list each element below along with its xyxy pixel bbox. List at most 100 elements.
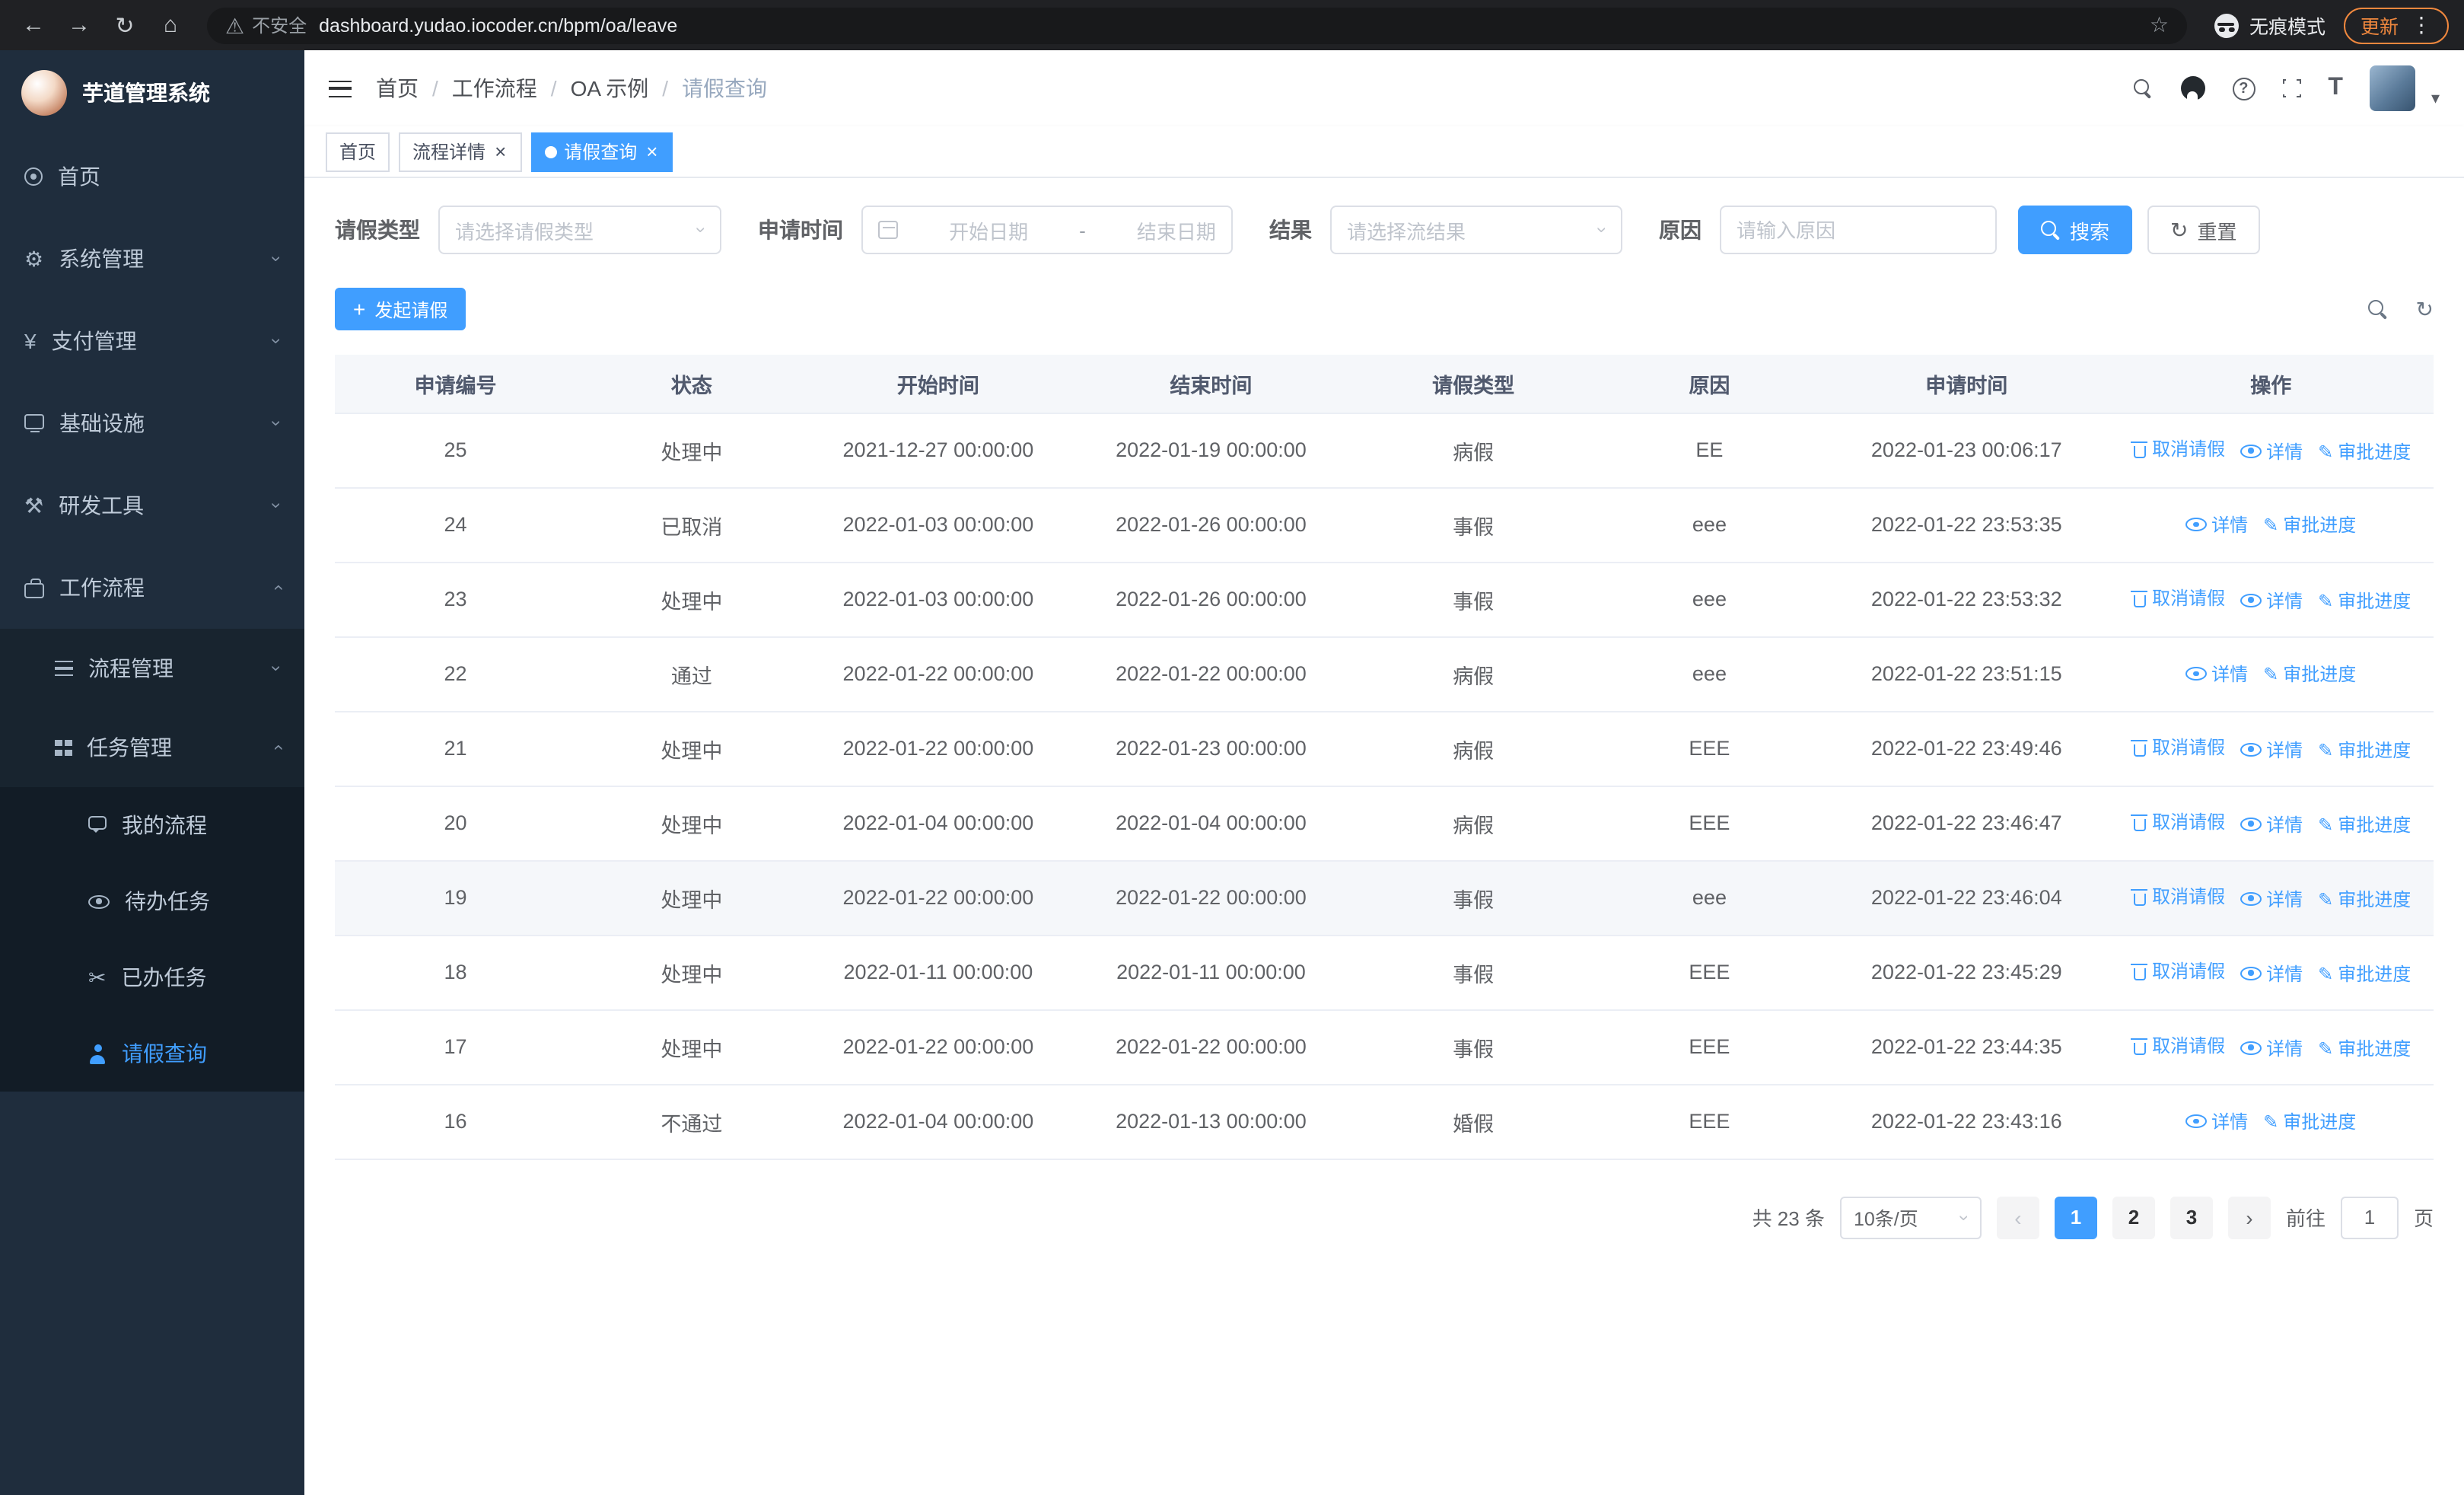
close-tab-icon[interactable]: × bbox=[493, 142, 508, 161]
table-row[interactable]: 25 处理中 2021-12-27 00:00:00 2022-01-19 00:00… bbox=[335, 413, 2434, 488]
browser-update-menu[interactable]: 更新 ⋮ bbox=[2343, 7, 2449, 43]
table-row[interactable]: 20 处理中 2022-01-04 00:00:00 2022-01-04 00:00… bbox=[335, 786, 2434, 861]
sidebar-item-infrastructure[interactable]: 基础设施 › bbox=[0, 382, 304, 464]
table-row[interactable]: 19 处理中 2022-01-22 00:00:00 2022-01-22 00:00… bbox=[335, 860, 2434, 936]
cell-applyTime: 2022-01-22 23:53:35 bbox=[1825, 487, 2109, 563]
cancel-leave-link[interactable]: 取消请假 bbox=[2131, 883, 2225, 909]
table-row[interactable]: 22 通过 2022-01-22 00:00:00 2022-01-22 00:00:… bbox=[335, 636, 2434, 712]
chevron-down-icon[interactable]: ▾ bbox=[2431, 88, 2440, 111]
detail-link[interactable]: 详情 bbox=[2240, 811, 2303, 837]
table-row[interactable]: 17 处理中 2022-01-22 00:00:00 2022-01-22 00:00… bbox=[335, 1009, 2434, 1085]
reason-input[interactable] bbox=[1720, 206, 1997, 254]
refresh-table-icon[interactable]: ↻ bbox=[2416, 298, 2434, 320]
breadcrumb-item[interactable]: 工作流程 bbox=[452, 73, 537, 104]
bookmark-star-icon[interactable]: ☆ bbox=[2150, 12, 2169, 38]
leave-type-select[interactable]: 请选择请假类型 › bbox=[438, 206, 721, 254]
cancel-leave-link[interactable]: 取消请假 bbox=[2131, 958, 2225, 983]
cancel-leave-link[interactable]: 取消请假 bbox=[2131, 435, 2225, 461]
sidebar-item-my-process[interactable]: 我的流程 bbox=[0, 787, 304, 863]
approval-progress-link[interactable]: ✎ 审批进度 bbox=[2318, 588, 2411, 614]
approval-progress-link[interactable]: ✎ 审批进度 bbox=[2318, 811, 2411, 837]
sidebar-item-process-mgmt[interactable]: 流程管理 › bbox=[0, 629, 304, 708]
detail-link[interactable]: 详情 bbox=[2240, 960, 2303, 986]
approval-progress-label: 审批进度 bbox=[2338, 1038, 2411, 1060]
approval-progress-link[interactable]: ✎ 审批进度 bbox=[2318, 961, 2411, 987]
sidebar-item-payment-mgmt[interactable]: ¥ 支付管理 › bbox=[0, 300, 304, 382]
search-button[interactable]: 搜索 bbox=[2018, 206, 2133, 254]
sidebar-collapse-icon[interactable] bbox=[329, 80, 352, 97]
cancel-leave-link[interactable]: 取消请假 bbox=[2131, 585, 2225, 610]
search-icon[interactable] bbox=[2133, 78, 2153, 98]
page-size-select[interactable]: 10条/页 › bbox=[1839, 1196, 1982, 1238]
sidebar-item-leave-query[interactable]: 请假查询 bbox=[0, 1015, 304, 1092]
sidebar-item-home[interactable]: 首页 bbox=[0, 135, 304, 218]
view-tab-3[interactable]: 请假查询 × bbox=[530, 132, 673, 171]
create-leave-button[interactable]: + 发起请假 bbox=[335, 288, 466, 330]
toggle-search-icon[interactable] bbox=[2368, 299, 2389, 319]
prev-page-button[interactable]: ‹ bbox=[1996, 1196, 2039, 1238]
table-row[interactable]: 21 处理中 2022-01-22 00:00:00 2022-01-23 00:00… bbox=[335, 711, 2434, 786]
apply-time-range-picker[interactable]: 开始日期 - 结束日期 bbox=[861, 206, 1233, 254]
github-icon[interactable] bbox=[2180, 76, 2205, 100]
reset-button[interactable]: ↻ 重置 bbox=[2147, 206, 2260, 254]
browser-home-icon[interactable]: ⌂ bbox=[152, 7, 189, 43]
cancel-leave-link[interactable]: 取消请假 bbox=[2131, 734, 2225, 760]
navbar-actions: T ▾ bbox=[2133, 65, 2440, 111]
detail-link[interactable]: 详情 bbox=[2240, 1034, 2303, 1060]
logo[interactable]: 芋道管理系统 bbox=[0, 50, 304, 135]
approval-progress-link[interactable]: ✎ 审批进度 bbox=[2263, 512, 2356, 538]
table-row[interactable]: 24 已取消 2022-01-03 00:00:00 2022-01-26 00:00… bbox=[335, 487, 2434, 563]
list-icon bbox=[55, 661, 73, 676]
font-size-icon[interactable]: T bbox=[2328, 75, 2343, 102]
approval-progress-link[interactable]: ✎ 审批进度 bbox=[2318, 737, 2411, 763]
browser-reload-icon[interactable]: ↻ bbox=[107, 7, 143, 43]
goto-page-input[interactable] bbox=[2340, 1196, 2399, 1238]
breadcrumb-item[interactable]: 首页 bbox=[376, 73, 419, 104]
detail-link[interactable]: 详情 bbox=[2240, 587, 2303, 613]
user-avatar[interactable] bbox=[2370, 65, 2416, 111]
browser-back-icon[interactable]: ← bbox=[15, 7, 52, 43]
approval-progress-link[interactable]: ✎ 审批进度 bbox=[2318, 1035, 2411, 1061]
cancel-leave-link[interactable]: 取消请假 bbox=[2131, 808, 2225, 834]
security-warning[interactable]: ⚠ 不安全 bbox=[225, 12, 307, 38]
cancel-leave-link[interactable]: 取消请假 bbox=[2131, 1032, 2225, 1058]
sidebar-item-dev-tools[interactable]: ⚒ 研发工具 › bbox=[0, 464, 304, 547]
approval-progress-link[interactable]: ✎ 审批进度 bbox=[2318, 886, 2411, 912]
page-button-3[interactable]: 3 bbox=[2170, 1196, 2213, 1238]
view-tab-2[interactable]: 流程详情 × bbox=[399, 132, 522, 171]
detail-link[interactable]: 详情 bbox=[2185, 512, 2248, 537]
detail-link[interactable]: 详情 bbox=[2240, 885, 2303, 911]
table-row[interactable]: 16 不通过 2022-01-04 00:00:00 2022-01-13 00:00… bbox=[335, 1084, 2434, 1159]
sidebar-item-task-mgmt[interactable]: 任务管理 › bbox=[0, 708, 304, 787]
detail-link[interactable]: 详情 bbox=[2185, 1108, 2248, 1134]
detail-link[interactable]: 详情 bbox=[2185, 661, 2248, 687]
sidebar-item-system-mgmt[interactable]: ⚙ 系统管理 › bbox=[0, 218, 304, 300]
detail-link[interactable]: 详情 bbox=[2240, 736, 2303, 762]
chevron-up-icon: › bbox=[266, 744, 288, 751]
approval-progress-link[interactable]: ✎ 审批进度 bbox=[2263, 1109, 2356, 1135]
close-tab-icon[interactable]: × bbox=[645, 142, 659, 161]
next-page-button[interactable]: › bbox=[2227, 1196, 2271, 1238]
approval-progress-link[interactable]: ✎ 审批进度 bbox=[2263, 661, 2356, 687]
sidebar-item-todo-tasks[interactable]: 待办任务 bbox=[0, 863, 304, 939]
help-icon[interactable] bbox=[2232, 77, 2255, 100]
view-tab-1[interactable]: 首页 bbox=[326, 132, 390, 171]
filter-form: 请假类型 请选择请假类型 › 申请时间 开始日期 - 结束日期 结果 请选择流结… bbox=[335, 206, 2434, 254]
url-text[interactable]: dashboard.yudao.iocoder.cn/bpm/oa/leave bbox=[319, 14, 2138, 36]
result-select[interactable]: 请选择流结果 › bbox=[1330, 206, 1622, 254]
detail-link[interactable]: 详情 bbox=[2240, 438, 2303, 464]
fullscreen-icon[interactable] bbox=[2281, 78, 2303, 99]
result-placeholder: 请选择流结果 bbox=[1347, 220, 1466, 243]
page-button-1[interactable]: 1 bbox=[2054, 1196, 2097, 1238]
table-row[interactable]: 18 处理中 2022-01-11 00:00:00 2022-01-11 00:00… bbox=[335, 935, 2434, 1010]
approval-progress-link[interactable]: ✎ 审批进度 bbox=[2318, 438, 2411, 464]
active-tab-dot bbox=[544, 145, 557, 158]
page-button-2[interactable]: 2 bbox=[2112, 1196, 2155, 1238]
address-bar[interactable]: ⚠ 不安全 dashboard.yudao.iocoder.cn/bpm/oa/… bbox=[207, 7, 2187, 43]
browser-forward-icon[interactable]: → bbox=[61, 7, 97, 43]
sidebar-item-workflow[interactable]: 工作流程 › bbox=[0, 547, 304, 629]
sidebar-item-done-tasks[interactable]: ✂ 已办任务 bbox=[0, 939, 304, 1015]
browser-menu-icon[interactable]: ⋮ bbox=[2411, 12, 2432, 38]
table-row[interactable]: 23 处理中 2022-01-03 00:00:00 2022-01-26 00:00… bbox=[335, 562, 2434, 637]
breadcrumb-item[interactable]: OA 示例 bbox=[571, 73, 649, 104]
